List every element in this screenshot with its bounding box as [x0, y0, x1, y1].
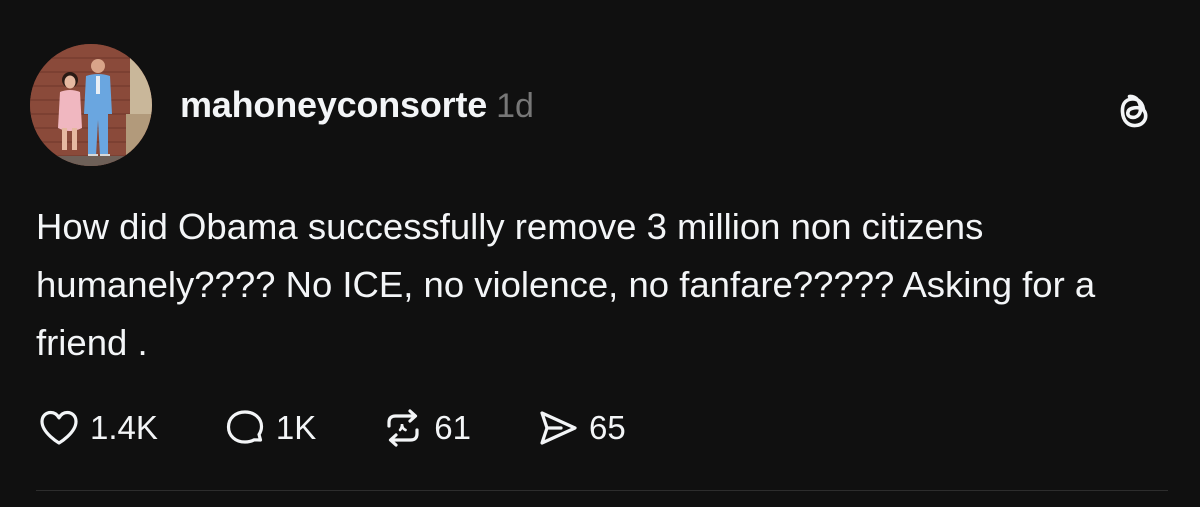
- like-button[interactable]: 1.4K: [36, 405, 158, 451]
- share-count: 65: [588, 409, 626, 446]
- repost-icon: [387, 409, 419, 447]
- threads-logo-icon[interactable]: [1112, 88, 1156, 136]
- reply-count: 1K: [275, 409, 317, 446]
- repost-button[interactable]: 61: [380, 405, 471, 451]
- avatar[interactable]: [30, 44, 152, 166]
- post-divider: [36, 490, 1168, 491]
- avatar-photo: [30, 44, 152, 166]
- username-link[interactable]: mahoneyconsorte: [180, 84, 487, 126]
- post-body-text: How did Obama successfully remove 3 mill…: [36, 206, 1096, 363]
- like-count: 1.4K: [90, 409, 158, 446]
- post-timestamp[interactable]: 1d: [496, 87, 534, 126]
- share-button[interactable]: 65: [535, 405, 626, 451]
- heart-icon: [40, 410, 78, 445]
- reply-button[interactable]: 1K: [222, 405, 316, 451]
- post-actions: 1.4K 1K 61 65: [36, 405, 626, 451]
- comment-icon: [226, 410, 263, 444]
- repost-count: 61: [434, 409, 471, 446]
- send-icon: [540, 411, 577, 445]
- post-header: mahoneyconsorte 1d: [180, 84, 534, 126]
- threads-post: mahoneyconsorte 1d How did Obama success…: [0, 0, 1200, 507]
